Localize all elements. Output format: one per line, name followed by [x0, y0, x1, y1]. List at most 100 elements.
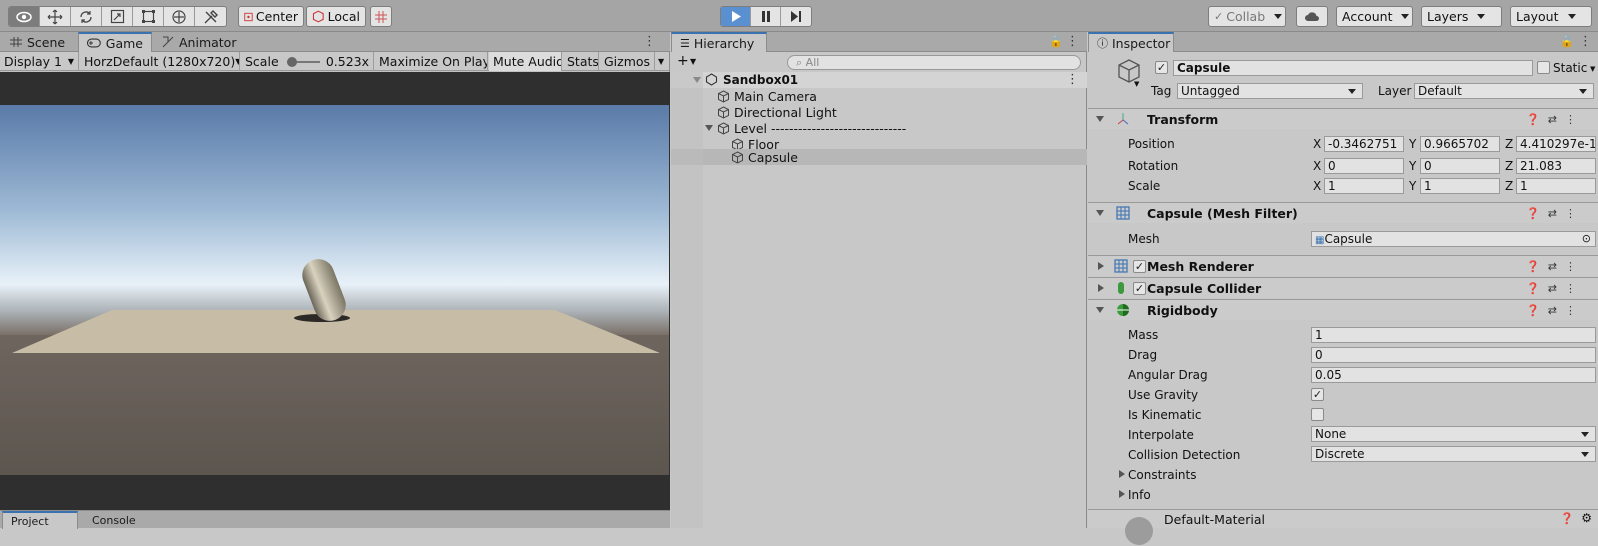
custom-tool-icon[interactable] [195, 7, 226, 26]
scale-y-field[interactable]: 1 [1420, 178, 1500, 194]
mesh-filter-foldout-icon[interactable] [1096, 210, 1104, 216]
position-x-field[interactable]: -0.3462751 [1324, 136, 1404, 152]
view-tool-icon[interactable] [9, 7, 40, 26]
tag-dropdown[interactable]: Untagged [1177, 83, 1363, 99]
tab-scene[interactable]: Scene [2, 32, 73, 52]
rotation-x-field[interactable]: 0 [1324, 158, 1404, 174]
snap-grid-button[interactable] [370, 6, 392, 27]
component-menu-icon[interactable]: ⋮ [1565, 282, 1576, 295]
preset-icon[interactable]: ⇄ [1548, 304, 1557, 317]
rotation-y-field[interactable]: 0 [1420, 158, 1500, 174]
hierarchy-item-directional-light[interactable]: Directional Light [717, 104, 1146, 120]
help-icon[interactable]: ❓ [1526, 260, 1540, 273]
scale-x-field[interactable]: 1 [1324, 178, 1404, 194]
hierarchy-item-main-camera[interactable]: Main Camera [717, 88, 1146, 104]
position-y-field[interactable]: 0.9665702 [1420, 136, 1500, 152]
scene-menu-icon[interactable]: ⋮ [1066, 72, 1079, 87]
object-picker-icon[interactable]: ⊙ [1582, 232, 1591, 246]
tab-project[interactable]: Project [2, 511, 78, 529]
component-menu-icon[interactable]: ⋮ [1565, 304, 1576, 317]
info-foldout[interactable]: Info [1128, 488, 1151, 502]
tab-inspector[interactable]: ⓘ Inspector [1088, 32, 1174, 52]
collision-detection-dropdown[interactable]: Discrete [1311, 446, 1596, 462]
mesh-renderer-foldout-icon[interactable] [1098, 262, 1104, 270]
help-icon[interactable]: ❓ [1526, 282, 1540, 295]
material-header[interactable]: Default-Material ❓ ⚙ [1088, 509, 1598, 545]
interpolate-dropdown[interactable]: None [1311, 426, 1596, 442]
tab-game[interactable]: Game [78, 32, 152, 52]
component-menu-icon[interactable]: ⋮ [1565, 207, 1576, 220]
component-menu-icon[interactable]: ⋮ [1565, 260, 1576, 273]
display-dropdown[interactable]: Display 1 ▼ [0, 52, 79, 71]
mesh-renderer-header[interactable]: ✓ Mesh Renderer ❓ ⇄ ⋮ [1088, 255, 1598, 276]
layer-dropdown[interactable]: Default [1414, 83, 1594, 99]
component-menu-icon[interactable]: ⋮ [1565, 113, 1576, 126]
constraints-foldout[interactable]: Constraints [1128, 468, 1196, 482]
account-dropdown[interactable]: Account [1336, 6, 1413, 27]
rotate-tool-icon[interactable] [71, 7, 102, 26]
cloud-button[interactable] [1296, 6, 1328, 27]
capsule-collider-foldout-icon[interactable] [1098, 284, 1104, 292]
transform-foldout-icon[interactable] [1096, 116, 1104, 122]
play-button[interactable] [721, 7, 752, 26]
create-dropdown-arrow-icon[interactable]: ▼ [690, 57, 696, 66]
hierarchy-search-input[interactable]: ⌕ All [787, 55, 1081, 70]
help-icon[interactable]: ❓ [1526, 207, 1540, 220]
preset-icon[interactable]: ⇄ [1548, 207, 1557, 220]
mesh-renderer-enabled-checkbox[interactable]: ✓ [1133, 260, 1146, 273]
stats-toggle[interactable]: Stats [563, 52, 599, 71]
active-checkbox[interactable]: ✓ [1155, 61, 1168, 74]
rigidbody-header[interactable]: Rigidbody ❓ ⇄ ⋮ [1088, 299, 1598, 320]
pause-button[interactable] [751, 7, 782, 26]
transform-header[interactable]: Transform ❓ ⇄ ⋮ [1088, 108, 1598, 129]
inspector-lock-icon[interactable]: 🔒 [1560, 35, 1574, 48]
transform-tool-icon[interactable] [164, 7, 195, 26]
layers-dropdown[interactable]: Layers [1421, 6, 1502, 27]
static-dropdown-arrow-icon[interactable]: ▼ [1590, 65, 1595, 73]
collab-dropdown[interactable]: ✓ Collab [1208, 6, 1286, 27]
create-plus-icon[interactable]: + [677, 53, 689, 69]
pivot-center-button[interactable]: Center [238, 6, 304, 27]
panel-menu-icon[interactable]: ⋮ [643, 34, 656, 49]
preset-icon[interactable]: ⇄ [1548, 260, 1557, 273]
use-gravity-checkbox[interactable]: ✓ [1311, 388, 1324, 401]
mesh-object-field[interactable]: ▦Capsule ⊙ [1311, 231, 1596, 247]
scale-slider-track[interactable] [286, 56, 320, 67]
scale-slider-knob[interactable] [286, 56, 297, 67]
icon-dropdown-arrow-icon[interactable]: ▼ [1134, 80, 1139, 88]
rigidbody-foldout-icon[interactable] [1096, 307, 1104, 313]
level-expand-icon[interactable] [705, 125, 713, 131]
inspector-menu-icon[interactable]: ⋮ [1579, 34, 1592, 49]
scale-tool-icon[interactable] [102, 7, 133, 26]
constraints-foldout-icon[interactable] [1119, 470, 1125, 478]
is-kinematic-checkbox[interactable] [1311, 408, 1324, 421]
tab-console[interactable]: Console [84, 511, 144, 529]
rotation-z-field[interactable]: 21.083 [1516, 158, 1596, 174]
angular-drag-field[interactable]: 0.05 [1311, 367, 1596, 383]
hierarchy-item-level[interactable]: Level ------------------------------ [705, 120, 1134, 136]
pivot-space-button[interactable]: Local [306, 6, 366, 27]
gizmos-toggle[interactable]: Gizmos [600, 52, 655, 71]
scale-z-field[interactable]: 1 [1516, 178, 1596, 194]
capsule-collider-enabled-checkbox[interactable]: ✓ [1133, 282, 1146, 295]
drag-field[interactable]: 0 [1311, 347, 1596, 363]
lock-icon[interactable]: 🔒 [1049, 35, 1063, 48]
capsule-collider-header[interactable]: ✓ Capsule Collider ❓ ⇄ ⋮ [1088, 277, 1598, 298]
preset-icon[interactable]: ⇄ [1548, 282, 1557, 295]
gizmos-dropdown-arrow-icon[interactable]: ▼ [656, 52, 670, 71]
settings-gear-icon[interactable]: ⚙ [1581, 511, 1592, 525]
static-checkbox[interactable] [1537, 61, 1550, 74]
move-tool-icon[interactable] [40, 7, 71, 26]
hierarchy-menu-icon[interactable]: ⋮ [1066, 34, 1079, 49]
resolution-dropdown[interactable]: HorzDefault (1280x720)▼ [80, 52, 240, 71]
mute-audio-toggle[interactable]: Mute Audio [489, 52, 562, 71]
game-viewport[interactable] [0, 72, 670, 528]
mesh-filter-header[interactable]: Capsule (Mesh Filter) ❓ ⇄ ⋮ [1088, 202, 1598, 223]
object-name-field[interactable]: Capsule [1173, 60, 1533, 76]
step-button[interactable] [781, 7, 811, 26]
help-icon[interactable]: ❓ [1560, 512, 1574, 525]
tab-animator[interactable]: Animator [154, 32, 244, 52]
maximize-on-play-toggle[interactable]: Maximize On Play [375, 52, 488, 71]
help-icon[interactable]: ❓ [1526, 113, 1540, 126]
mass-field[interactable]: 1 [1311, 327, 1596, 343]
